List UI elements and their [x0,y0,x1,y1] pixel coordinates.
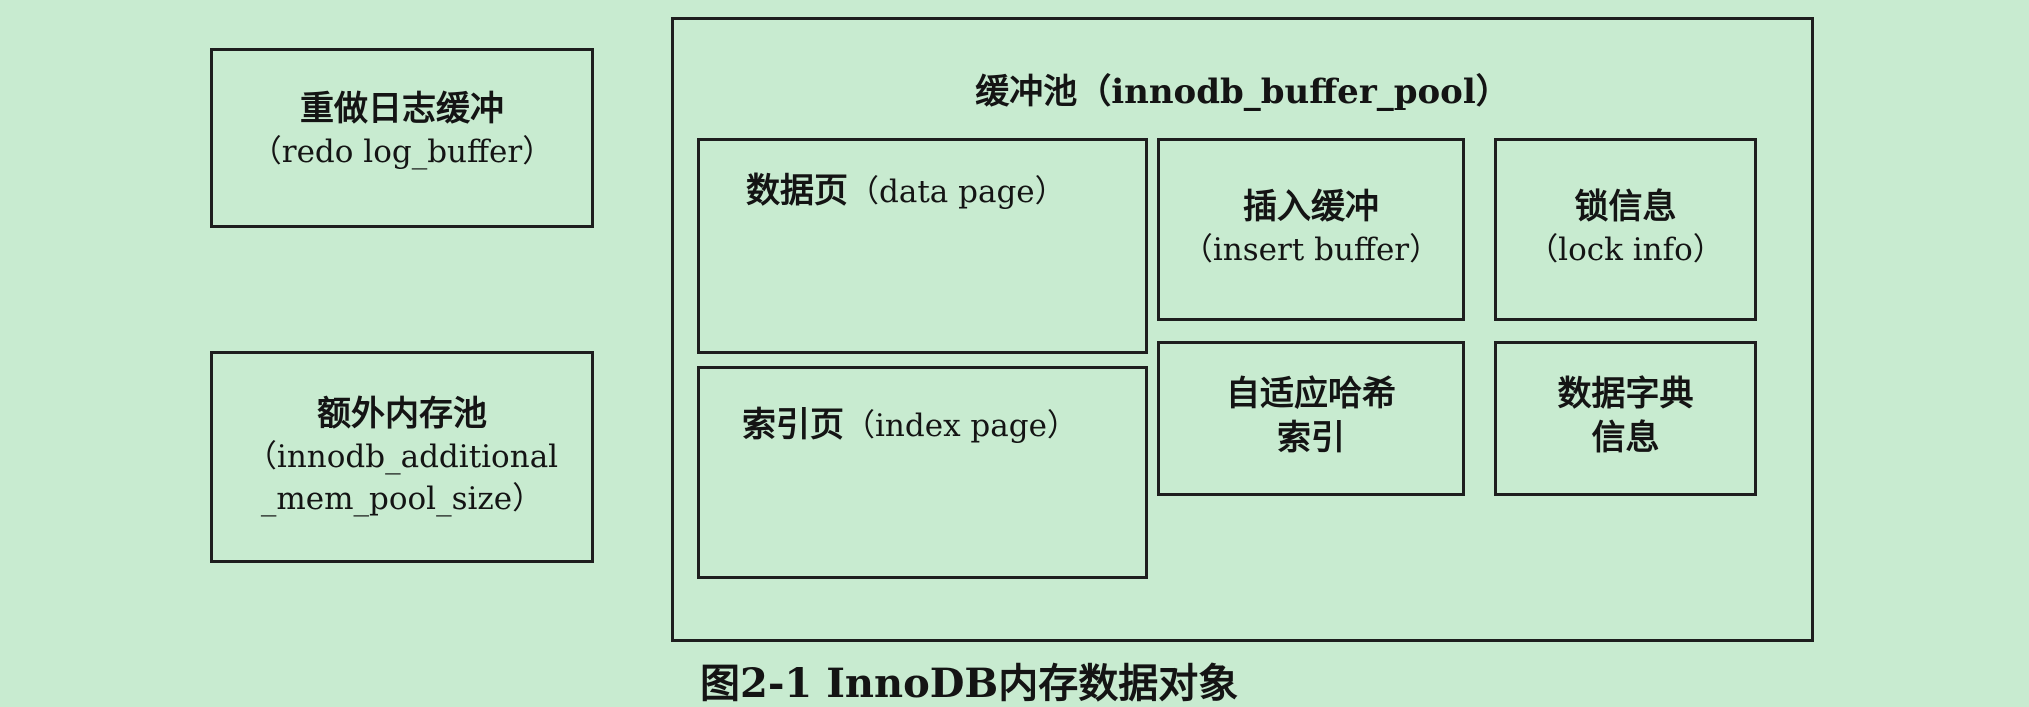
data-page-label: 数据页（data page） [746,169,1066,214]
lock-info-box: 锁信息 （lock info） [1494,138,1757,321]
insert-buffer-box: 插入缓冲 （insert buffer） [1157,138,1465,321]
figure-caption: 图2-1 InnoDB内存数据对象 [700,660,1239,707]
index-page-title: 索引页 [742,405,844,445]
insert-buffer-title: 插入缓冲 [1243,187,1379,227]
data-dictionary-line1: 数据字典 [1557,374,1694,414]
adaptive-hash-index-box: 自适应哈希 索引 [1157,341,1465,496]
adaptive-hash-index-line1: 自适应哈希 [1226,374,1396,414]
data-page-subtitle: （data page） [848,174,1066,210]
data-page-box: 数据页（data page） [697,138,1148,354]
redo-log-buffer-box: 重做日志缓冲 （redo log_buffer） [210,48,594,228]
redo-log-buffer-title: 重做日志缓冲 [300,89,504,129]
lock-info-subtitle: （lock info） [1527,232,1724,268]
buffer-pool-title: 缓冲池（innodb_buffer_pool） [975,72,1510,112]
data-dictionary-box: 数据字典 信息 [1494,341,1757,496]
data-dictionary-line2: 信息 [1591,418,1660,458]
adaptive-hash-index-line2: 索引 [1277,418,1345,458]
index-page-box: 索引页（index page） [697,366,1148,579]
additional-mem-pool-title: 额外内存池 [317,394,487,434]
index-page-subtitle: （index page） [844,408,1078,444]
index-page-label: 索引页（index page） [742,403,1078,448]
insert-buffer-subtitle: （insert buffer） [1181,232,1441,268]
additional-mem-pool-subtitle-line1: （innodb_additional [245,439,559,475]
lock-info-title: 锁信息 [1574,187,1677,227]
additional-mem-pool-box: 额外内存池 （innodb_additional _mem_pool_size） [210,351,594,563]
additional-mem-pool-subtitle-line2: _mem_pool_size） [260,481,544,517]
redo-log-buffer-subtitle: （redo log_buffer） [250,134,554,170]
data-page-title: 数据页 [746,171,848,211]
